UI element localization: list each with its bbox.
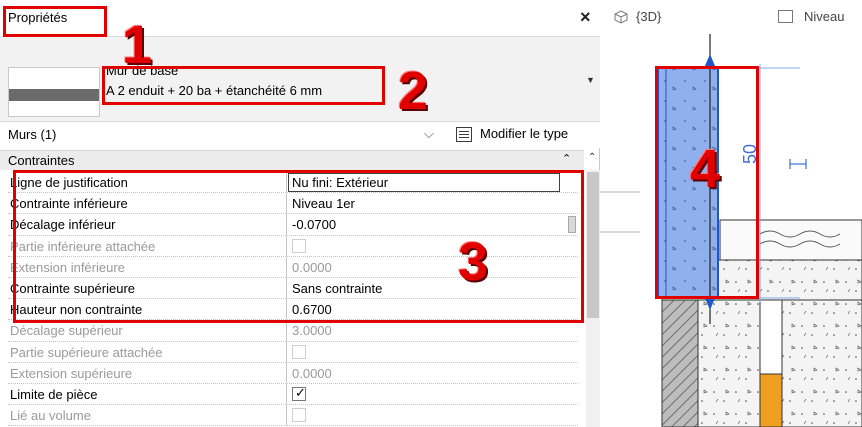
property-label: Décalage supérieur <box>10 323 123 339</box>
tab-3d-label: {3D} <box>636 9 662 24</box>
floor-plan-icon <box>778 10 793 23</box>
edit-type-icon <box>456 127 472 142</box>
filter-dropdown-icon[interactable]: ⌵ <box>424 126 434 142</box>
property-row-top-attached: Partie supérieure attachée <box>8 341 578 363</box>
wall-type-preview <box>8 67 100 117</box>
type-dropdown-icon[interactable]: ▼ <box>586 75 595 85</box>
slab-edge <box>781 299 862 427</box>
property-value: 0.0000 <box>292 365 332 381</box>
tab-level-label: Niveau <box>804 9 845 24</box>
close-icon[interactable]: × <box>580 8 591 26</box>
instance-filter-row: Murs (1) ⌵ Modifier le type <box>0 122 600 148</box>
wall-swatch-bar <box>9 89 99 101</box>
property-row-top-extension: Extension supérieure 0.0000 <box>8 362 578 384</box>
masonry-wall <box>661 299 699 427</box>
top-attached-checkbox <box>292 344 306 359</box>
insulation-block <box>759 373 783 427</box>
property-label: Extension supérieure <box>10 365 133 381</box>
column-divider <box>286 383 287 405</box>
related-to-mass-checkbox <box>292 408 306 423</box>
room-bounding-checkbox[interactable]: ✓ <box>292 384 306 401</box>
foundation-wall <box>697 299 761 427</box>
annotation-number-4: 4 <box>690 139 721 199</box>
instance-filter-label: Murs (1) <box>8 127 57 142</box>
column-divider <box>286 362 287 383</box>
property-row-top-offset: Décalage supérieur 3.0000 <box>8 320 578 342</box>
edit-type-label: Modifier le type <box>480 126 569 141</box>
group-header-constraints[interactable]: Contraintes ⌃ <box>0 150 584 170</box>
annotation-number-2: 2 <box>398 61 429 121</box>
check-icon: ✓ <box>295 384 306 400</box>
column-divider <box>286 320 287 341</box>
property-label: Lié au volume <box>10 408 91 424</box>
annotation-number-1: 1 <box>122 15 153 75</box>
edit-type-button[interactable]: Modifier le type <box>452 124 598 146</box>
property-label: Limite de pièce <box>10 386 98 402</box>
shape-handle-top[interactable] <box>705 54 715 66</box>
column-divider <box>286 405 287 426</box>
annotation-box-3 <box>13 170 584 323</box>
cube-icon <box>614 10 628 24</box>
annotation-box-1 <box>3 6 107 37</box>
annotation-box-2 <box>102 66 385 105</box>
property-value: 3.0000 <box>292 323 332 339</box>
property-label: Partie supérieure attachée <box>10 344 163 360</box>
annotation-number-3: 3 <box>458 232 489 292</box>
scrollbar-thumb[interactable] <box>587 172 599 318</box>
view-tabs-bar: {3D} Niveau <box>600 0 862 34</box>
property-row-related-to-mass: Lié au volume <box>8 405 578 427</box>
column-divider <box>286 341 287 362</box>
collapse-icon[interactable]: ⌃ <box>562 152 571 165</box>
property-row-room-bounding[interactable]: Limite de pièce ✓ <box>8 383 578 406</box>
group-header-label: Contraintes <box>8 153 75 168</box>
scroll-up-icon[interactable]: ⌃ <box>588 152 596 163</box>
